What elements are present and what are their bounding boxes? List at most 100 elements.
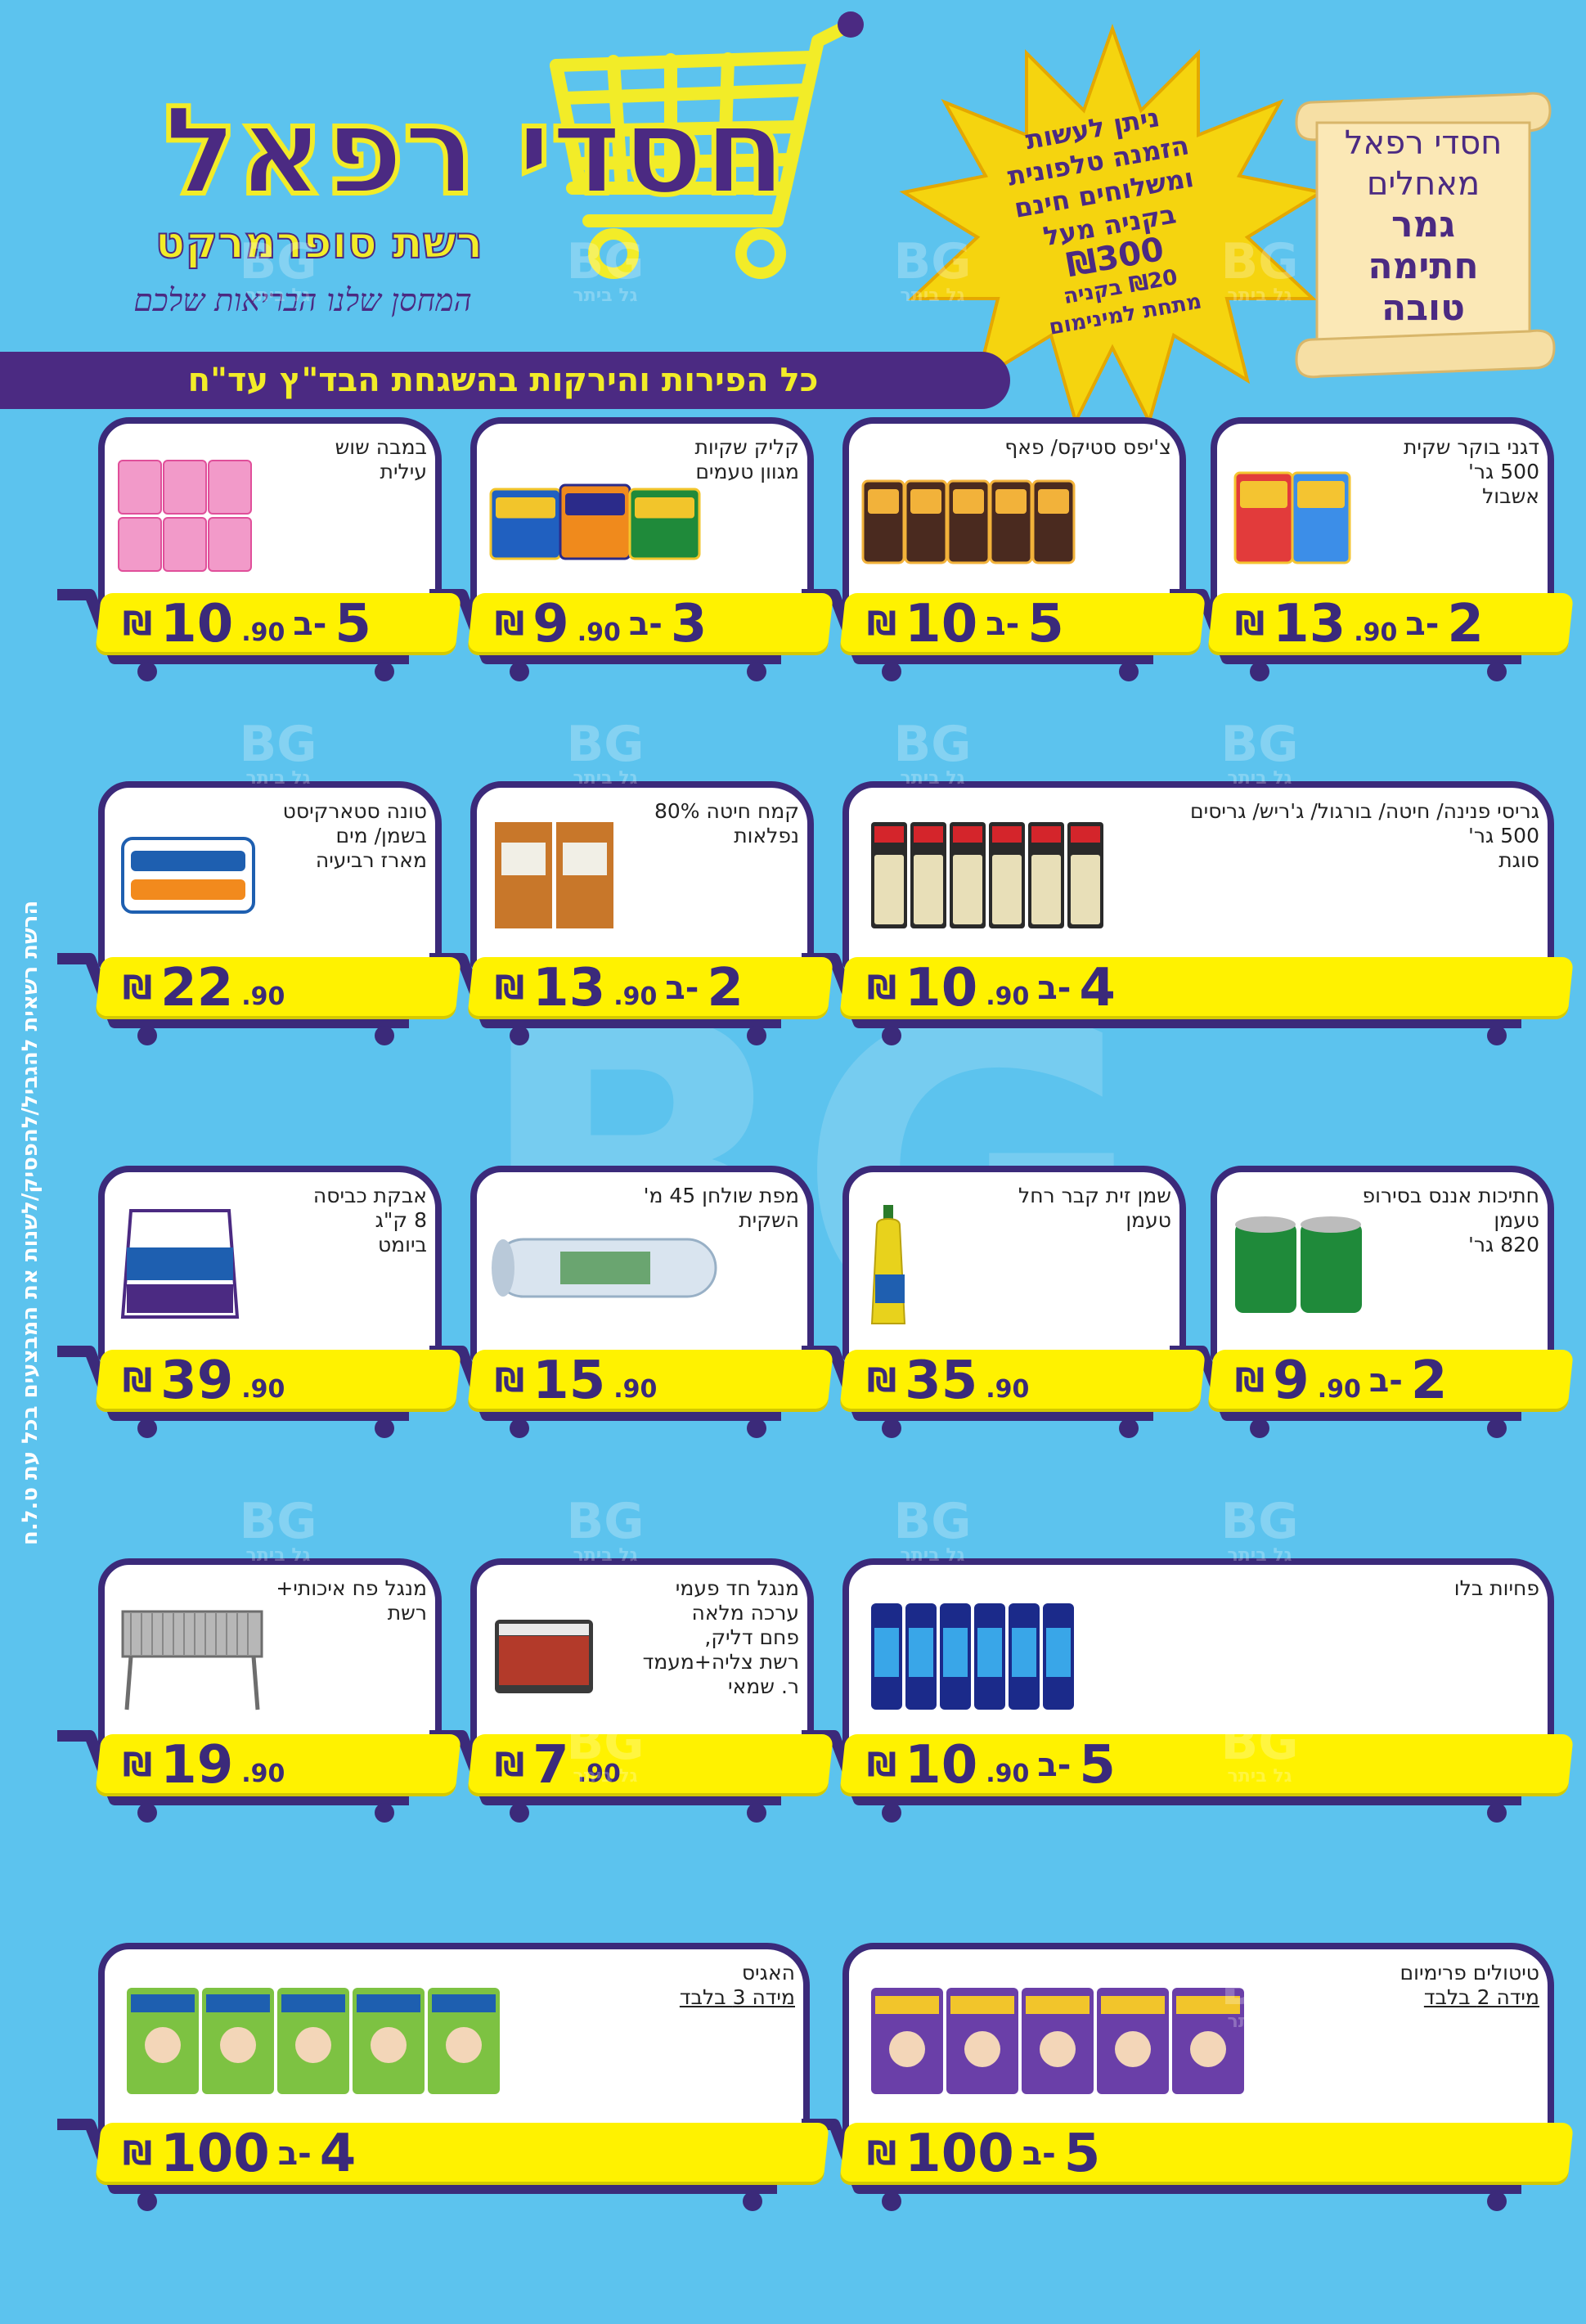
product-title-line: רשת צליה+מעמד — [642, 1650, 799, 1674]
product-image — [1227, 465, 1358, 574]
watermark-mark: BG — [566, 1493, 645, 1550]
product-card: פחיות בלו — [842, 1558, 1554, 1755]
price-cents: .90 — [241, 1375, 285, 1404]
greeting-bold-line: גמר — [1391, 204, 1455, 245]
price-label: ₪ 10.90 ב- 5 — [123, 591, 371, 657]
price-label: ₪ 10.90 ב- 5 — [867, 1733, 1116, 1798]
price-quantity: 4 — [319, 2124, 357, 2184]
product-card: קמח חיטה 80% נפלאות — [470, 781, 814, 969]
watermark-logo: BG גל ביתר — [883, 237, 982, 306]
watermark-logo: BG גל ביתר — [883, 720, 982, 789]
price-amount: 10 — [905, 958, 978, 1018]
price-cents: .90 — [241, 1760, 285, 1788]
greeting-bold-line: טובה — [1381, 287, 1466, 329]
price-amount: 15 — [532, 1351, 606, 1411]
price-amount: 13 — [1273, 594, 1346, 654]
price-amount: 100 — [160, 2124, 270, 2184]
watermark-logo: BG גל ביתר — [1211, 720, 1309, 789]
price-cents: .90 — [613, 1375, 658, 1404]
product-title-line: אבקת כביסה — [312, 1184, 427, 1207]
price-label: ₪ 15.90 — [495, 1348, 657, 1414]
product-title-line: טעמן — [1494, 1208, 1539, 1232]
watermark-mark: BG — [239, 1493, 317, 1550]
price-label: ₪ 100 ב- 5 — [867, 2121, 1100, 2187]
product-title: גריסי פנינה/ חיטה/ בורגול/ ג'ריש/ גריסים… — [1112, 799, 1539, 873]
price-label: ₪ 35 .90 — [867, 1348, 1029, 1414]
product-title-line: עילית — [380, 460, 427, 483]
price-cents: .90 — [986, 1760, 1030, 1788]
banner-text: כל הפירות והירקות בהשגחת הבד"ץ עד"ח — [187, 362, 819, 399]
watermark-logo: BG גל ביתר — [883, 1497, 982, 1566]
price-currency: ₪ — [123, 1746, 153, 1784]
watermark-mark: BG — [566, 233, 645, 290]
product-card: חתיכות אננס בסירופ טעמן 820 גר' — [1211, 1166, 1554, 1362]
watermark-logo: BG גל ביתר — [229, 237, 327, 306]
product-image — [487, 1207, 724, 1324]
product-image — [115, 1595, 270, 1721]
price-for-label: ב- — [986, 605, 1020, 643]
greeting-line: מאחלים — [1366, 165, 1480, 203]
price-label: ₪ 10 .90 ב- 4 — [867, 955, 1116, 1021]
product-title-line: קמח חיטה 80% — [654, 799, 799, 823]
product-card: גריסי פנינה/ חיטה/ בורגול/ ג'ריש/ גריסים… — [842, 781, 1554, 969]
greeting-text: חסדי רפאל מאחלים גמר חתימה טובה — [1305, 123, 1542, 352]
price-quantity: 5 — [1063, 2124, 1101, 2184]
price-amount: 13 — [532, 958, 606, 1018]
product-title-line: מפת שולחן 45 מ' — [643, 1184, 799, 1207]
watermark-mark: BG — [893, 716, 972, 773]
price-currency: ₪ — [867, 1746, 897, 1784]
watermark-mark: BG — [1220, 1714, 1299, 1771]
product-title-line: צ'יפס סטיקס/ פאף — [1004, 435, 1171, 459]
product-title-line: 500 גר' — [1468, 460, 1539, 483]
product-title: צ'יפס סטיקס/ פאף — [979, 435, 1171, 460]
price-cents: .90 — [241, 982, 285, 1011]
product-title: פחיות בלו — [1112, 1576, 1539, 1601]
price-currency: ₪ — [495, 1746, 525, 1784]
price-amount: 22 — [160, 958, 234, 1018]
product-title-line: גריסי פנינה/ חיטה/ בורגול/ ג'ריש/ גריסים — [1190, 799, 1539, 823]
product-title: במבה שוש עילית — [235, 435, 427, 484]
product-image — [123, 1980, 507, 2106]
product-card: טונה סטארקיסט בשמן/ מים מארז רביעיה — [98, 781, 442, 969]
watermark-mark: BG — [893, 233, 972, 290]
product-title-line: דגני בוקר שקית — [1403, 435, 1539, 459]
product-image — [859, 1201, 920, 1331]
price-amount: 100 — [905, 2124, 1014, 2184]
price-amount: 19 — [160, 1735, 234, 1796]
product-title-line: בשמן/ מים — [335, 824, 428, 847]
greeting-line: חסדי רפאל — [1344, 124, 1503, 162]
price-currency: ₪ — [1235, 605, 1265, 643]
price-for-label: ב- — [1037, 1746, 1072, 1784]
price-label: ₪ 100 ב- 4 — [123, 2121, 356, 2187]
watermark-mark: BG — [566, 1714, 645, 1771]
product-title-line: פחם דליק, — [704, 1625, 799, 1649]
price-for-label: ב- — [1368, 1362, 1403, 1400]
product-title-line: במבה שוש — [335, 435, 427, 459]
price-currency: ₪ — [123, 2135, 153, 2173]
product-title-line: 820 גר' — [1468, 1233, 1539, 1256]
watermark-logo: BG גל ביתר — [229, 1497, 327, 1566]
product-title-line: נפלאות — [734, 824, 799, 847]
watermark-mark: BG — [1220, 716, 1299, 773]
greeting-bold-line: חתימה — [1368, 245, 1479, 287]
product-title-line: מנגל חד פעמי — [675, 1576, 799, 1600]
price-for-label: ב- — [1037, 969, 1072, 1007]
price-quantity: 2 — [1447, 594, 1484, 654]
price-label: ₪ 39.90 — [123, 1348, 285, 1414]
price-for-label: ב- — [1405, 605, 1440, 643]
price-for-label: ב- — [277, 2135, 312, 2173]
product-card: אבקת כביסה 8 ק"ג ביומט — [98, 1166, 442, 1362]
price-amount: 35 — [905, 1351, 978, 1411]
price-cents: .90 — [1317, 1375, 1361, 1404]
product-title-line: פחיות בלו — [1453, 1576, 1539, 1600]
price-cents: .90 — [986, 1375, 1030, 1404]
price-currency: ₪ — [867, 969, 897, 1007]
watermark-mark: BG — [1220, 233, 1299, 290]
price-label: ₪ 9.90 ב- 2 — [1235, 1348, 1447, 1414]
price-for-label: ב- — [1022, 2135, 1056, 2173]
product-card: מנגל פח איכותי+ רשת — [98, 1558, 442, 1755]
price-quantity: 3 — [670, 594, 708, 654]
product-title: שמן זית קבר רחל טעמן — [979, 1184, 1171, 1233]
product-image — [867, 814, 1108, 940]
product-title-line: ר. שמאי — [728, 1674, 799, 1698]
